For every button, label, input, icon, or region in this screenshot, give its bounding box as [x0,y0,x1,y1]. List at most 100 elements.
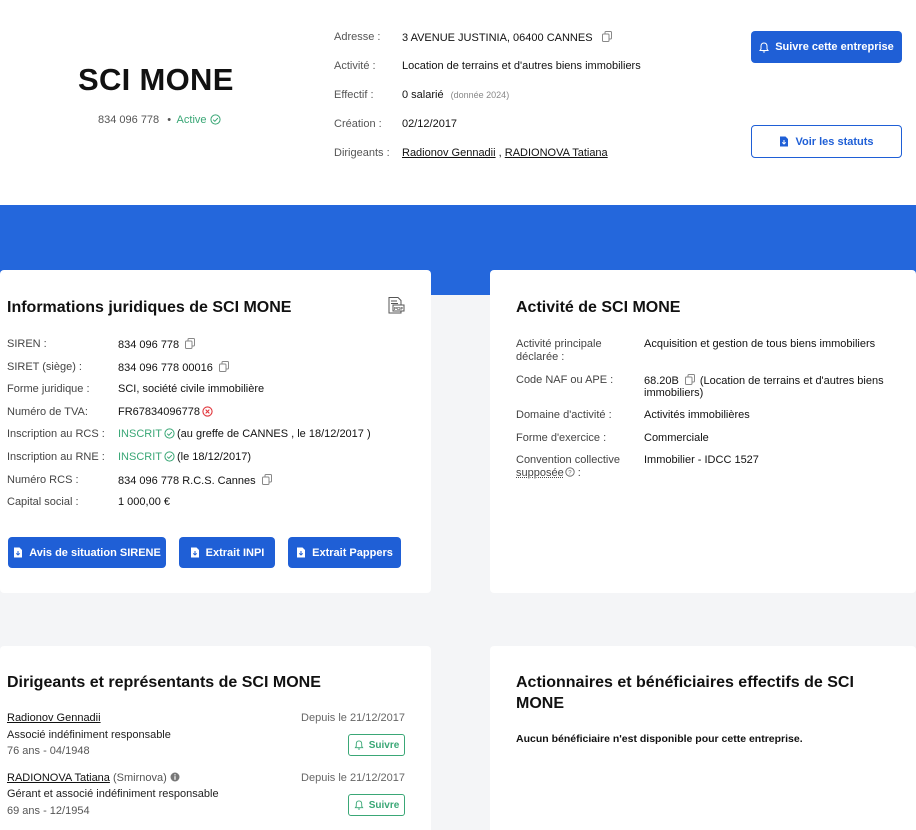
exercise-form-label: Forme d'exercice : [516,432,607,444]
file-download-icon [190,547,199,558]
naf-code-description: (Location de terrains et d'autres biens [699,375,884,387]
view-statuts-label: Voir les statuts [795,135,874,148]
siret-label: SIRET (siège) : [7,361,82,373]
rcs-status: INSCRIT [118,428,162,440]
directors-label: Dirigeants : [334,147,390,159]
copy-icon[interactable] [185,338,196,349]
follow-company-label: Suivre cette entreprise [775,41,894,53]
check-circle-icon [164,451,175,462]
check-circle-icon [209,114,221,125]
invalid-x-icon [202,406,213,417]
follow-director-label: Suivre [368,799,400,811]
inpi-extract-button[interactable]: Extrait INPI [179,537,275,568]
main-activity-value: Acquisition et gestion de tous biens imm… [644,338,876,350]
naf-code-row: Code NAF ou APE : 68.20B (Location de ter… [516,374,911,400]
director-alias: (Smirnova) [112,772,167,784]
main-activity-row: Activité principale déclarée : Acquisiti… [516,338,911,364]
headcount-label: Effectif : [334,89,374,101]
file-download-icon [780,136,789,147]
follow-director-label: Suivre [368,739,400,751]
inpi-extract-label: Extrait INPI [205,546,265,559]
view-statuts-button[interactable]: Voir les statuts [751,125,902,158]
legal-info-card: Informations juridiques de SCI MONE PDF … [0,270,431,593]
rne-value: (le 18/12/2017) [177,451,251,463]
creation-value: 02/12/2017 [402,118,458,130]
convention-row: Convention collective supposée? : Immobi… [516,454,911,480]
rcs-number-value: 834 096 778 R.C.S. Cannes [118,475,256,487]
bell-icon [759,41,770,53]
convention-value: Immobilier - IDCC 1527 [644,454,759,466]
legal-info-title: Informations juridiques de SCI MONE [7,299,292,316]
company-siren: 834 096 778 [98,114,160,126]
vat-value: FR67834096778 [118,406,200,418]
capital-value: 1 000,00 € [118,496,170,508]
file-download-icon [14,547,23,558]
bell-icon [354,800,364,810]
copy-icon[interactable] [218,361,229,372]
director-link[interactable]: Radionov Gennadii [402,147,496,159]
pdf-document-icon[interactable]: PDF [387,297,405,314]
naf-code-description: immobiliers) [644,387,704,399]
director-name-link[interactable]: RADIONOVA Tatiana [7,772,110,784]
shareholders-card: Actionnaires et bénéficiaires effectifs … [490,646,916,830]
siren-label: SIREN : [7,338,47,350]
director-age: 76 ans - 04/1948 [7,745,90,757]
bell-icon [354,740,364,750]
convention-label: Convention collective [516,454,620,466]
director-link[interactable]: RADIONOVA Tatiana [505,147,608,159]
pappers-extract-button[interactable]: Extrait Pappers [288,537,401,568]
rcs-value: (au greffe de CANNES , le 18/12/2017 ) [177,428,371,440]
director-item: Radionov Gennadii Depuis le 21/12/2017 A… [7,712,405,764]
copy-icon[interactable] [601,31,612,42]
activity-title: Activité de SCI MONE [516,299,681,316]
follow-company-button[interactable]: Suivre cette entreprise [751,31,902,63]
help-icon[interactable]: ? [565,467,575,477]
rcs-number-label: Numéro RCS : [7,474,79,486]
activity-label: Activité : [334,60,376,72]
sirene-notice-label: Avis de situation SIRENE [29,546,161,559]
activity-card: Activité de SCI MONE Activité principale… [490,270,916,593]
director-name-link[interactable]: Radionov Gennadii [7,712,101,724]
shareholders-title: Actionnaires et bénéficiaires effectifs … [516,674,854,691]
address-value: 3 AVENUE JUSTINIA, 06400 CANNES [402,32,593,44]
company-name: SCI MONE [78,62,234,97]
creation-label: Création : [334,118,382,130]
follow-director-button[interactable]: Suivre [348,794,405,816]
convention-label: : [577,467,581,479]
follow-director-button[interactable]: Suivre [348,734,405,756]
status-badge: Active [176,114,207,126]
shareholders-title: MONE [516,695,564,712]
company-subtitle: 834 096 778 • Active [98,114,221,126]
siret-value: 834 096 778 00016 [118,362,213,374]
vat-label: Numéro de TVA: [7,406,88,418]
legal-form-value: SCI, société civile immobilière [118,383,265,395]
director-since: Depuis le 21/12/2017 [301,712,405,724]
siren-value: 834 096 778 [118,339,180,351]
copy-icon[interactable] [684,374,695,385]
rne-label: Inscription au RNE : [7,451,105,463]
director-role: Gérant et associé indéfiniment responsab… [7,788,219,800]
address-label: Adresse : [334,31,381,43]
pappers-extract-label: Extrait Pappers [312,546,393,559]
exercise-form-value: Commerciale [644,432,709,444]
no-beneficiary-message: Aucun bénéficiaire n'est disponible pour… [516,733,803,745]
domain-value: Activités immobilières [644,409,750,421]
rcs-label: Inscription au RCS : [7,428,105,440]
director-age: 69 ans - 12/1954 [7,805,90,817]
directors-card: Dirigeants et représentants de SCI MONE … [0,646,431,830]
director-since: Depuis le 21/12/2017 [301,772,405,784]
director-item: RADIONOVA Tatiana (Smirnova) Depuis le 2… [7,772,405,824]
info-icon[interactable] [170,772,180,782]
file-download-icon [297,547,306,558]
main-activity-label: déclarée : [516,351,565,363]
headcount-value: 0 salarié [402,89,444,101]
convention-label: supposée [516,467,564,479]
director-separator: , [495,147,505,159]
main-activity-label: Activité principale [516,338,602,350]
capital-label: Capital social : [7,496,79,508]
copy-icon[interactable] [261,474,272,485]
sirene-notice-button[interactable]: Avis de situation SIRENE [8,537,166,568]
svg-text:PDF: PDF [394,306,403,311]
headcount-note: (donnée 2024) [450,90,510,100]
domain-label: Domaine d'activité : [516,409,612,421]
